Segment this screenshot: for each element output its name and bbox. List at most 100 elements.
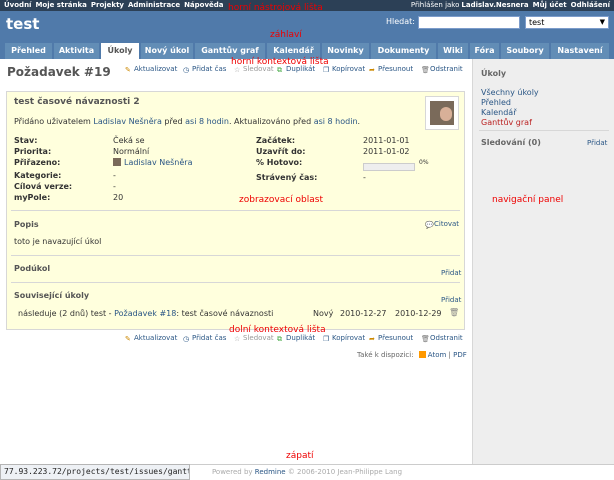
updated-age-link[interactable]: asi 8 hodin bbox=[314, 117, 358, 126]
issue-subject: test časové návaznosti 2 bbox=[14, 97, 140, 107]
move-label: Přesunout bbox=[378, 65, 414, 73]
sidebar-item-all-issues[interactable]: Všechny úkoly bbox=[481, 88, 539, 97]
copy-label: Kopírovat bbox=[332, 65, 366, 73]
pdf-link[interactable]: PDF bbox=[453, 351, 467, 359]
footer-text: Powered by bbox=[211, 468, 253, 476]
top-menu-help[interactable]: Nápověda bbox=[184, 1, 223, 9]
copy-button-bottom[interactable]: ❐ Kopírovat bbox=[323, 334, 366, 343]
trash-icon: 🗑 bbox=[421, 66, 430, 74]
top-menu-left: Úvodní Moje stránka Projekty Administrace Ná… bbox=[4, 0, 228, 11]
redmine-link[interactable]: Redmine bbox=[255, 468, 286, 476]
trash-icon[interactable]: 🗑 bbox=[449, 308, 459, 317]
assignee-link[interactable]: Ladislav Nešněra bbox=[124, 158, 193, 167]
copy-icon: ❐ bbox=[323, 66, 330, 74]
sidebar-divider bbox=[479, 130, 609, 131]
tab-files[interactable]: Soubory bbox=[501, 43, 549, 59]
logged-user[interactable]: Ladislav.Nesnera bbox=[461, 1, 528, 9]
subtask-add-link[interactable]: Přidat bbox=[441, 269, 461, 277]
field-priority-value: Normální bbox=[113, 147, 150, 156]
tab-wiki[interactable]: Wiki bbox=[438, 43, 468, 59]
footer-copyright: © 2006-2010 Jean-Philippe Lang bbox=[287, 468, 403, 476]
divider bbox=[11, 210, 460, 211]
copy-button[interactable]: ❐ Kopírovat bbox=[323, 65, 366, 74]
description-title: Popis bbox=[14, 220, 39, 229]
sidebar-watchers-add[interactable]: Přidat bbox=[587, 139, 607, 147]
top-menu-projects[interactable]: Projekty bbox=[91, 1, 124, 9]
sidebar-item-summary[interactable]: Přehled bbox=[481, 98, 511, 107]
project-select-value: test bbox=[529, 18, 545, 27]
quote-label: Citovat bbox=[434, 220, 460, 228]
related-add-link[interactable]: Přidat bbox=[441, 296, 461, 304]
tab-documents[interactable]: Dokumenty bbox=[371, 43, 436, 59]
move-button-bottom[interactable]: ➦ Přesunout bbox=[369, 334, 413, 343]
tab-overview[interactable]: Přehled bbox=[5, 43, 52, 59]
issue-author-line: Přidáno uživatelem Ladislav Nešněra před… bbox=[14, 117, 361, 126]
field-version-label: Cílová verze: bbox=[14, 182, 73, 191]
update-button[interactable]: ✎ Aktualizovat bbox=[125, 65, 178, 74]
created-age-link[interactable]: asi 8 hodin bbox=[185, 117, 229, 126]
edit-icon: ✎ bbox=[125, 335, 131, 343]
watch-button-bottom[interactable]: ☆ Sledovat bbox=[234, 334, 274, 343]
delete-button-bottom[interactable]: 🗑Odstranit bbox=[421, 334, 463, 343]
related-title: Související úkoly bbox=[14, 291, 90, 300]
log-time-label: Přidat čas bbox=[192, 65, 227, 73]
logout-link[interactable]: Odhlášení bbox=[571, 1, 610, 9]
move-icon: ➦ bbox=[369, 66, 375, 74]
quote-button[interactable]: 💬Citovat bbox=[425, 220, 460, 229]
sidebar-item-gantt[interactable]: Ganttův graf bbox=[481, 118, 532, 127]
project-title[interactable]: test bbox=[6, 15, 39, 33]
tab-issues[interactable]: Úkoly bbox=[101, 43, 139, 59]
move-icon: ➦ bbox=[369, 335, 375, 343]
sidebar-issues-title: Úkoly bbox=[481, 69, 507, 78]
sidebar-item-calendar[interactable]: Kalendář bbox=[481, 108, 517, 117]
related-end: 2010-12-29 bbox=[395, 309, 442, 318]
avatar-photo bbox=[430, 101, 454, 125]
top-menu-administration[interactable]: Administrace bbox=[128, 1, 180, 9]
duplicate-icon: ⧉ bbox=[277, 66, 282, 74]
star-icon: ☆ bbox=[234, 335, 241, 343]
label-nav-panel: navigační panel bbox=[492, 195, 564, 205]
field-assigned-value: Ladislav Nešněra bbox=[113, 158, 193, 167]
header: test Hledat: test ▼ bbox=[0, 11, 614, 41]
chevron-down-icon: ▼ bbox=[599, 18, 605, 26]
clock-icon: ◷ bbox=[183, 335, 190, 343]
copy-label: Kopírovat bbox=[332, 334, 366, 342]
updated-label: . Aktualizováno před bbox=[228, 117, 312, 126]
tab-settings[interactable]: Nastavení bbox=[551, 43, 609, 59]
top-menu-right: Přihlášen jako Ladislav.Nesnera Můj účet Od… bbox=[407, 0, 610, 11]
comment-icon: 💬 bbox=[425, 221, 434, 229]
atom-link[interactable]: Atom bbox=[428, 351, 447, 359]
update-label: Aktualizovat bbox=[134, 334, 178, 342]
log-time-button[interactable]: ◷ Přidat čas bbox=[183, 65, 227, 74]
label-header: záhlaví bbox=[270, 30, 302, 40]
update-label: Aktualizovat bbox=[134, 65, 178, 73]
sidebar: Úkoly Všechny úkoly Přehled Kalendář Gan… bbox=[472, 59, 614, 464]
delete-button[interactable]: 🗑Odstranit bbox=[421, 65, 463, 74]
author-link[interactable]: Ladislav Nešněra bbox=[93, 117, 162, 126]
search-label: Hledat: bbox=[386, 17, 415, 26]
my-account-link[interactable]: Můj účet bbox=[533, 1, 567, 9]
log-time-button-bottom[interactable]: ◷ Přidat čas bbox=[183, 334, 226, 343]
field-due-value: 2011-01-02 bbox=[363, 147, 410, 156]
related-prefix: následuje (2 dnů) test - bbox=[18, 309, 112, 318]
move-button[interactable]: ➦ Přesunout bbox=[369, 65, 414, 74]
field-mypole-label: myPole: bbox=[14, 193, 51, 202]
browser-statusbar: 77.93.223.72/projects/test/issues/gantt bbox=[0, 464, 190, 480]
duplicate-button-bottom[interactable]: ⧉ Duplikát bbox=[277, 334, 315, 343]
watch-label: Sledovat bbox=[243, 334, 274, 342]
added-by-label: Přidáno uživatelem bbox=[14, 117, 91, 126]
trash-icon: 🗑 bbox=[421, 335, 430, 343]
label-bottom-context: dolní kontextová lišta bbox=[229, 325, 326, 335]
top-menu-my-page[interactable]: Moje stránka bbox=[35, 1, 86, 9]
divider bbox=[11, 282, 460, 283]
top-menu-home[interactable]: Úvodní bbox=[4, 1, 31, 9]
related-subject: : test časové návaznosti bbox=[176, 309, 274, 318]
related-issue-link[interactable]: Požadavek #18 bbox=[114, 309, 176, 318]
search-input[interactable] bbox=[418, 16, 520, 29]
tab-forums[interactable]: Fóra bbox=[470, 43, 499, 59]
project-select[interactable]: test ▼ bbox=[525, 16, 609, 29]
tab-news[interactable]: Novinky bbox=[322, 43, 369, 59]
tab-activity[interactable]: Aktivita bbox=[54, 43, 99, 59]
update-button-bottom[interactable]: ✎ Aktualizovat bbox=[125, 334, 178, 343]
tab-new-issue[interactable]: Nový úkol bbox=[141, 43, 193, 59]
